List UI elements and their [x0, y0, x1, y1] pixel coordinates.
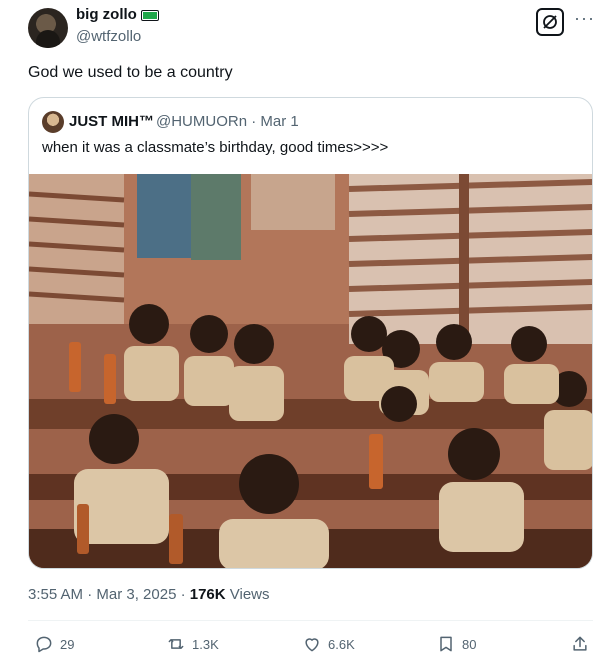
quoted-tweet[interactable]: JUST MIH™ @HUMUORn · Mar 1 when it was a…	[28, 97, 593, 569]
grok-icon[interactable]	[536, 8, 564, 36]
reply-button[interactable]: 29	[34, 634, 74, 654]
bookmark-icon	[440, 636, 452, 652]
reply-count: 29	[60, 636, 75, 652]
author-display-name[interactable]: big zollo	[76, 6, 137, 23]
like-count: 6.6K	[328, 636, 355, 652]
author-name[interactable]: big zollo	[76, 6, 159, 23]
views-label: Views	[225, 586, 270, 603]
bookmark-count: 80	[462, 636, 477, 652]
tweet-meta: 3:55 AM · Mar 3, 2025 · 176K Views	[28, 586, 270, 603]
heart-icon	[305, 638, 319, 652]
quoted-author-name: JUST MIH™	[69, 113, 155, 130]
quoted-author-avatar	[42, 111, 64, 133]
divider	[28, 620, 593, 621]
quoted-tweet-text: when it was a classmate’s birthday, good…	[42, 139, 389, 156]
repost-button[interactable]: 1.3K	[166, 634, 219, 654]
grok-glyph	[543, 15, 557, 29]
tweet-timestamp[interactable]: 3:55 AM · Mar 3, 2025 ·	[28, 586, 190, 603]
author-avatar[interactable]	[28, 8, 68, 48]
repost-icon	[168, 639, 184, 649]
bookmark-button[interactable]: 80	[436, 634, 476, 654]
repost-count: 1.3K	[192, 636, 219, 652]
share-button[interactable]	[570, 634, 590, 654]
author-handle[interactable]: @wtfzollo	[76, 28, 141, 45]
views-count: 176K	[189, 586, 226, 603]
reply-icon	[36, 636, 52, 653]
battery-badge-icon	[140, 10, 159, 21]
quoted-tweet-photo[interactable]	[29, 174, 592, 568]
tweet-text: God we used to be a country	[28, 64, 233, 81]
quoted-author-handle-date: @HUMUORn · Mar 1	[156, 113, 299, 130]
more-options-icon[interactable]: ···	[574, 8, 595, 28]
classroom-photo-illustration	[29, 174, 592, 568]
share-icon	[573, 636, 587, 651]
like-button[interactable]: 6.6K	[302, 634, 355, 654]
